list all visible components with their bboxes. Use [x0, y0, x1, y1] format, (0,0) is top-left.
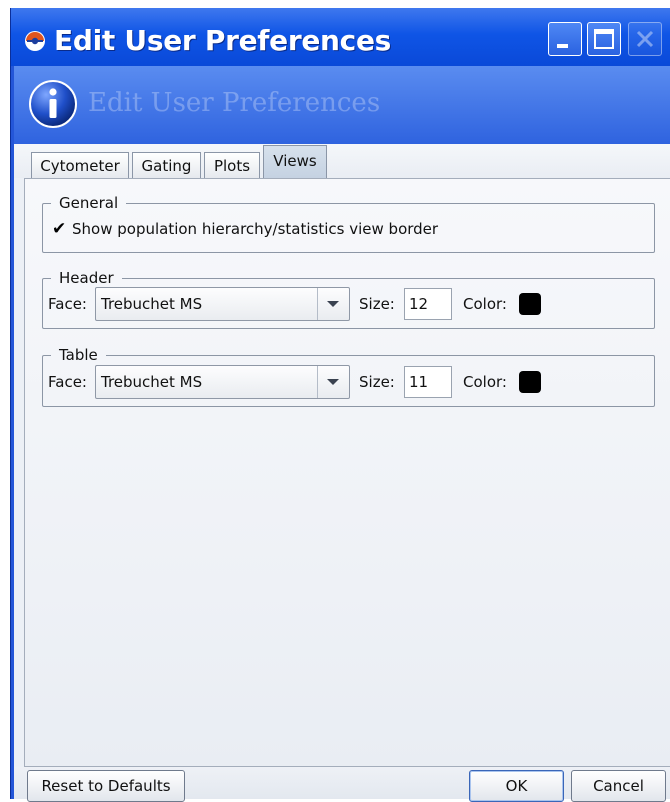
close-icon: [636, 30, 654, 48]
general-legend: General: [59, 194, 119, 212]
tab-plots[interactable]: Plots: [204, 152, 260, 178]
table-face-value: Trebuchet MS: [101, 373, 203, 391]
header-size-label: Size:: [359, 295, 395, 313]
table-color-swatch[interactable]: [519, 371, 541, 393]
tab-views[interactable]: Views: [263, 145, 327, 178]
header-size-input[interactable]: 12: [404, 288, 452, 320]
app-icon: [25, 31, 45, 51]
tab-gating[interactable]: Gating: [132, 152, 201, 178]
header-legend: Header: [59, 269, 114, 287]
dialog-window: Edit User Preferences Edit User Preferen…: [10, 8, 670, 802]
dialog-footer: Reset to Defaults OK Cancel: [14, 767, 670, 802]
header-color-label: Color:: [463, 295, 507, 313]
table-face-label: Face:: [48, 373, 87, 391]
dialog-header: Edit User Preferences: [14, 66, 670, 144]
cancel-button[interactable]: Cancel: [571, 770, 666, 802]
header-color-swatch[interactable]: [519, 293, 541, 315]
chevron-down-icon: [327, 301, 339, 307]
table-legend: Table: [59, 346, 98, 364]
header-face-label: Face:: [48, 295, 87, 313]
reset-to-defaults-button[interactable]: Reset to Defaults: [27, 770, 185, 802]
minimize-button[interactable]: [548, 22, 582, 56]
header-title: Edit User Preferences: [88, 88, 381, 118]
header-face-value: Trebuchet MS: [101, 295, 203, 313]
table-face-select[interactable]: Trebuchet MS: [95, 365, 350, 399]
views-tab-panel: General ✔ Show population hierarchy/stat…: [24, 178, 670, 767]
tab-strip: Cytometer Gating Plots Views: [14, 144, 670, 178]
dialog-client-area: Edit User Preferences Cytometer Gating P…: [14, 66, 670, 802]
chevron-down-icon: [327, 379, 339, 385]
minimize-icon: [557, 44, 568, 48]
tab-cytometer[interactable]: Cytometer: [31, 152, 129, 178]
maximize-icon: [594, 29, 614, 49]
maximize-button[interactable]: [587, 22, 621, 56]
show-border-label[interactable]: Show population hierarchy/statistics vie…: [72, 220, 438, 238]
title-bar[interactable]: Edit User Preferences: [11, 8, 670, 66]
show-border-checkbox[interactable]: ✔: [52, 221, 68, 238]
table-size-label: Size:: [359, 373, 395, 391]
window-title: Edit User Preferences: [54, 24, 392, 57]
table-size-input[interactable]: 11: [404, 366, 452, 398]
ok-button[interactable]: OK: [469, 770, 564, 802]
header-face-select[interactable]: Trebuchet MS: [95, 287, 350, 321]
table-color-label: Color:: [463, 373, 507, 391]
info-icon: [29, 80, 77, 128]
close-button[interactable]: [628, 22, 662, 56]
